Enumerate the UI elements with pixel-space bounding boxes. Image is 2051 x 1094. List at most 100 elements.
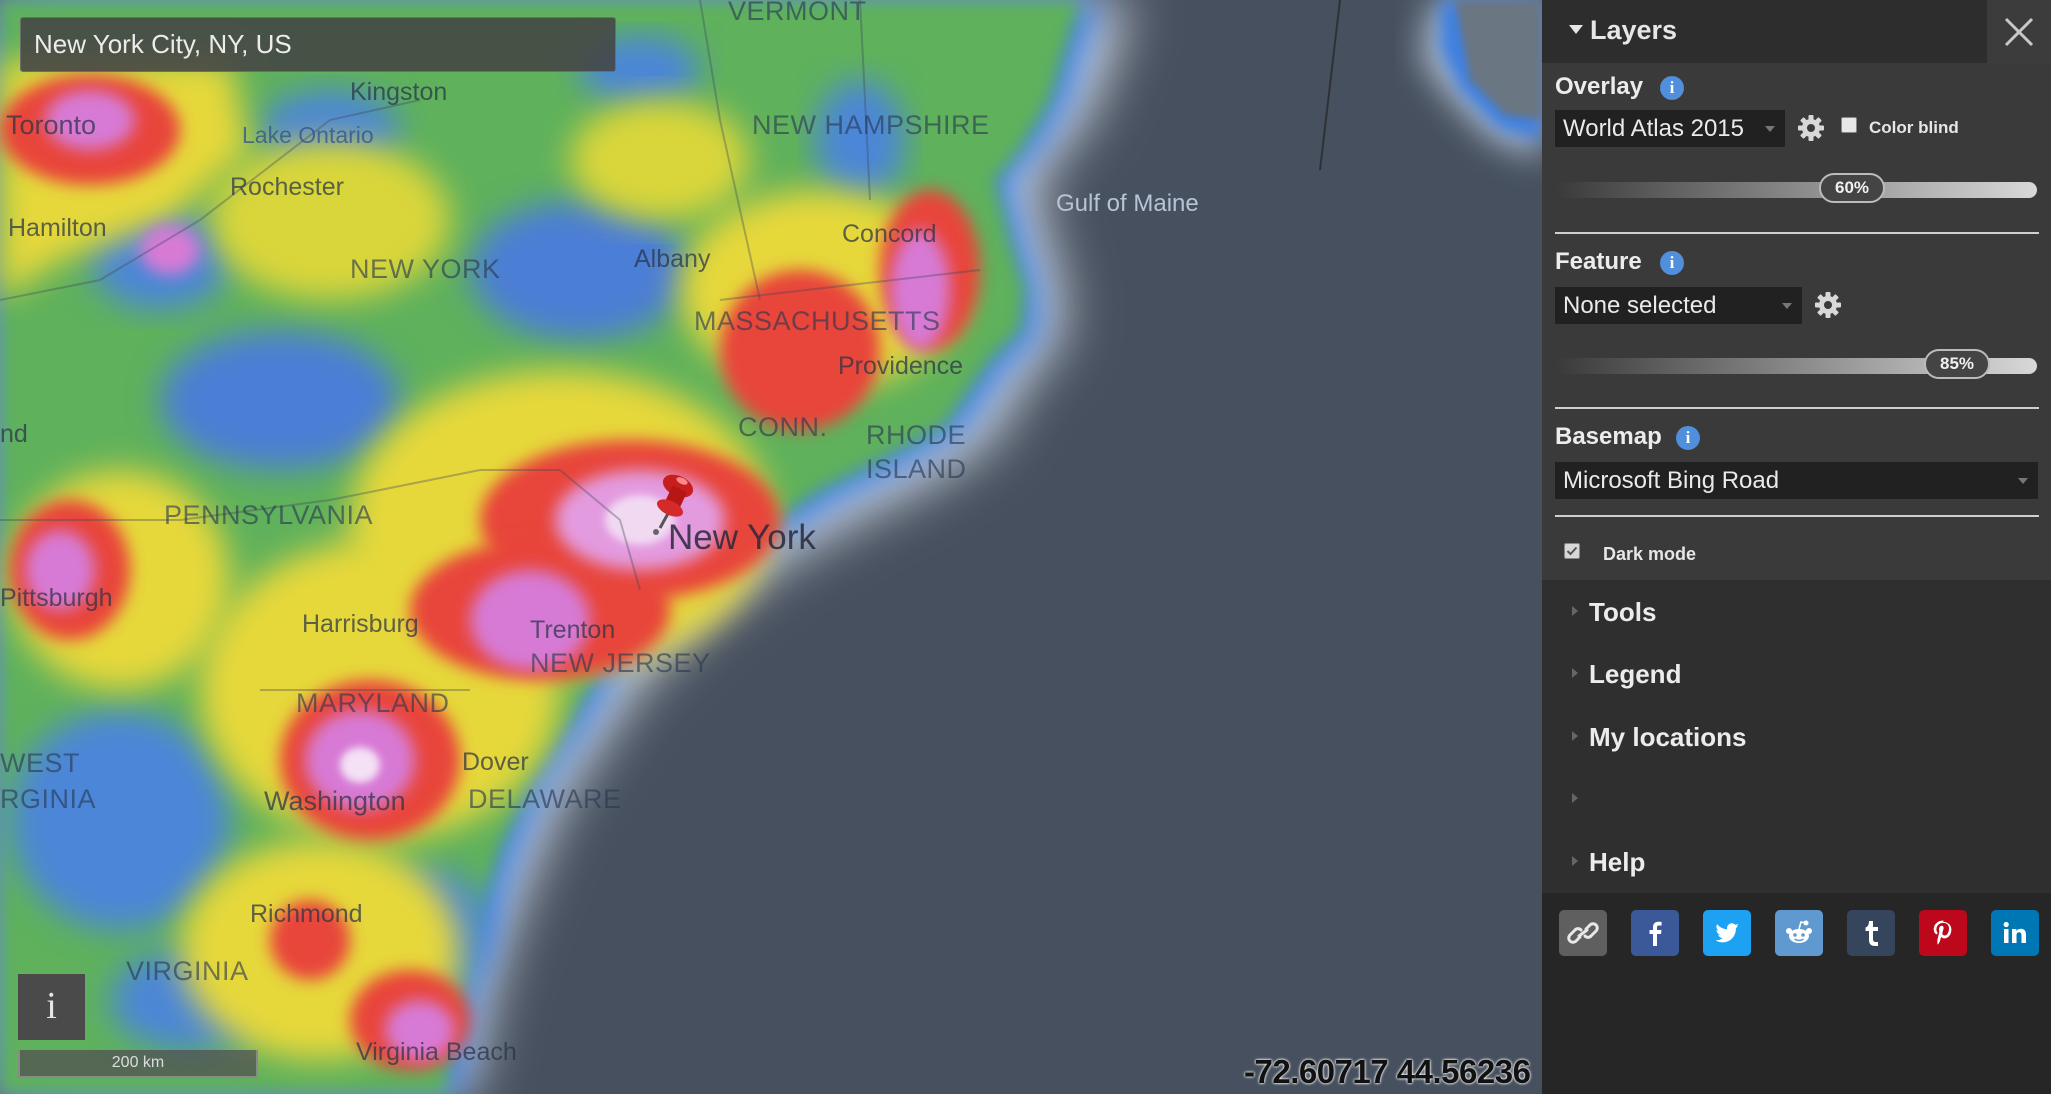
map-pin-icon[interactable] xyxy=(648,470,698,536)
basemap-selected-value: Microsoft Bing Road xyxy=(1563,467,1780,494)
overlay-info-icon[interactable]: i xyxy=(1660,76,1684,100)
share-pinterest-button[interactable] xyxy=(1919,910,1967,956)
overlay-selected-value: World Atlas 2015 xyxy=(1563,115,1744,142)
feature-section-title: Feature xyxy=(1555,248,1642,275)
pinterest-icon xyxy=(1933,920,1952,945)
map-label-virginia-beach: Virginia Beach xyxy=(356,1038,517,1066)
map-label-new-york-state: NEW YORK xyxy=(350,254,501,284)
menu-item-label: My locations xyxy=(1589,722,1747,752)
map-label-harrisburg: Harrisburg xyxy=(302,610,419,638)
light-pollution-map[interactable]: VERMONT NEW HAMPSHIRE Gulf of Maine King… xyxy=(0,0,1542,1094)
menu-item-help[interactable]: Help xyxy=(1542,837,2051,887)
map-label-massachusetts: MASSACHUSETTS xyxy=(694,306,941,336)
chevron-down-icon xyxy=(1765,126,1775,132)
map-label-richmond: Richmond xyxy=(250,900,363,928)
map-label-dover: Dover xyxy=(462,748,529,776)
checkmark-icon xyxy=(1566,546,1578,556)
linkedin-icon xyxy=(2003,921,2026,943)
basemap-select[interactable]: Microsoft Bing Road xyxy=(1555,462,2038,499)
share-tumblr-button[interactable] xyxy=(1847,910,1895,956)
map-label-rhode: RHODE xyxy=(866,420,967,450)
map-label-rochester: Rochester xyxy=(230,173,344,201)
map-label-concord: Concord xyxy=(842,220,937,248)
dark-mode-label: Dark mode xyxy=(1603,544,1697,564)
menu-item-label: Tools xyxy=(1589,597,1657,627)
section-divider xyxy=(1555,232,2039,234)
layers-panel-header[interactable]: Layers xyxy=(1542,0,1987,63)
overlay-opacity-handle[interactable]: 60% xyxy=(1819,173,1885,203)
reddit-icon xyxy=(1786,920,1812,943)
map-label-conn: CONN. xyxy=(738,412,828,442)
color-blind-checkbox[interactable] xyxy=(1841,117,1857,133)
map-label-pittsburgh: Pittsburgh xyxy=(0,584,113,612)
map-label-albany: Albany xyxy=(634,245,711,273)
chevron-down-icon xyxy=(2018,478,2028,484)
overlay-opacity-slider[interactable]: 60% xyxy=(1555,173,2037,203)
share-linkedin-button[interactable] xyxy=(1991,910,2039,956)
section-divider xyxy=(1555,515,2039,517)
menu-item-label: Legend xyxy=(1589,659,1682,689)
map-info-button[interactable]: i xyxy=(18,974,85,1040)
layers-panel-body: Overlay i World Atlas 2015 Color blind 6… xyxy=(1542,63,2051,580)
share-reddit-button[interactable] xyxy=(1775,910,1823,956)
map-label-kingston: Kingston xyxy=(350,78,448,106)
tumblr-icon xyxy=(1865,921,1878,946)
expand-triangle-icon xyxy=(1572,668,1578,678)
expand-triangle-icon xyxy=(1572,856,1578,866)
feature-settings-gear-icon[interactable] xyxy=(1813,290,1843,320)
map-label-west: WEST xyxy=(0,748,80,778)
expand-triangle-icon xyxy=(1572,793,1578,803)
share-facebook-button[interactable] xyxy=(1631,910,1679,956)
layers-panel-title: Layers xyxy=(1590,15,1678,45)
close-panel-button[interactable] xyxy=(1987,0,2051,63)
overlay-section-title: Overlay xyxy=(1555,73,1644,100)
map-label-maryland: MARYLAND xyxy=(296,688,450,718)
menu-item-label: Help xyxy=(1589,847,1646,877)
menu-item-tools[interactable]: Tools xyxy=(1542,587,2051,637)
dark-mode-checkbox[interactable] xyxy=(1564,543,1580,559)
overlay-settings-gear-icon[interactable] xyxy=(1796,113,1826,143)
overlay-select[interactable]: World Atlas 2015 xyxy=(1555,110,1785,147)
layers-panel: Layers Overlay i World Atlas 2015 Color … xyxy=(1542,0,2051,1094)
map-label-nd: nd xyxy=(0,420,28,448)
menu-item-legend[interactable]: Legend xyxy=(1542,649,2051,699)
basemap-info-icon[interactable]: i xyxy=(1676,426,1700,450)
map-label-virginia: VIRGINIA xyxy=(126,956,249,986)
map-label-gulf-of-maine: Gulf of Maine xyxy=(1056,190,1199,217)
map-label-irginia: RGINIA xyxy=(0,784,97,814)
close-icon xyxy=(2004,17,2034,47)
collapse-triangle-icon xyxy=(1569,25,1583,34)
facebook-icon xyxy=(1649,921,1662,946)
expand-triangle-icon xyxy=(1572,606,1578,616)
map-label-lake-ontario: Lake Ontario xyxy=(242,122,374,148)
map-label-providence: Providence xyxy=(838,352,964,380)
map-scale-bar: 200 km xyxy=(18,1050,258,1078)
link-icon xyxy=(1567,922,1599,944)
feature-info-icon[interactable]: i xyxy=(1660,251,1684,275)
map-label-delaware: DELAWARE xyxy=(468,784,622,814)
expand-triangle-icon xyxy=(1572,731,1578,741)
map-label-toronto: Toronto xyxy=(6,110,97,140)
basemap-section-title: Basemap xyxy=(1555,423,1662,450)
share-toolbar xyxy=(1542,893,2051,1094)
feature-select[interactable]: None selected xyxy=(1555,287,1802,324)
share-link-button[interactable] xyxy=(1559,910,1607,956)
map-label-trenton: Trenton xyxy=(530,616,616,644)
color-blind-label: Color blind xyxy=(1869,118,1959,137)
section-divider xyxy=(1555,407,2039,409)
map-label-pennsylvania: PENNSYLVANIA xyxy=(164,500,374,530)
twitter-icon xyxy=(1715,923,1739,943)
feature-selected-value: None selected xyxy=(1563,292,1717,319)
map-label-island: ISLAND xyxy=(866,454,967,484)
menu-item-unlabeled[interactable] xyxy=(1542,774,2051,824)
map-label-new-hampshire: NEW HAMPSHIRE xyxy=(752,110,990,140)
location-search-input[interactable] xyxy=(20,17,616,72)
menu-item-my-locations[interactable]: My locations xyxy=(1542,712,2051,762)
map-label-hamilton: Hamilton xyxy=(8,214,107,242)
map-label-new-jersey: NEW JERSEY xyxy=(530,648,711,678)
feature-opacity-handle[interactable]: 85% xyxy=(1924,349,1990,379)
feature-opacity-slider[interactable]: 85% xyxy=(1555,349,2037,379)
map-label-vermont: VERMONT xyxy=(728,0,867,26)
share-twitter-button[interactable] xyxy=(1703,910,1751,956)
chevron-down-icon xyxy=(1782,303,1792,309)
